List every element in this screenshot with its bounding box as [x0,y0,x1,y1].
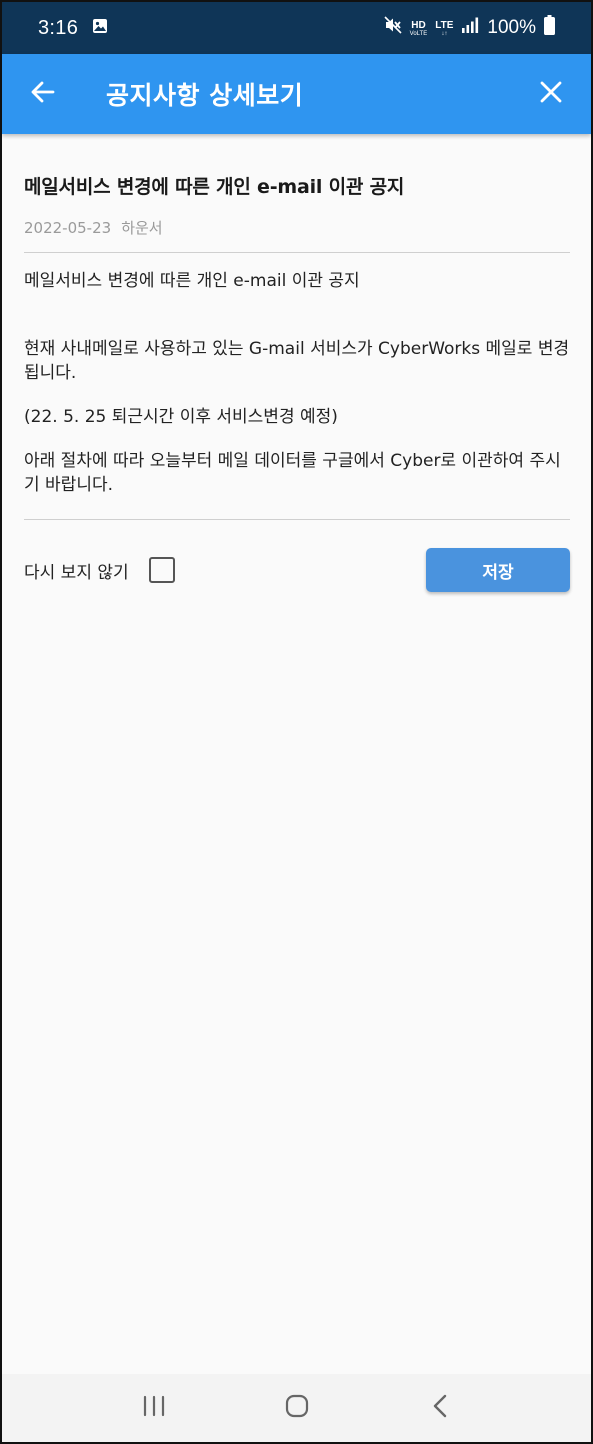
close-icon [540,81,562,107]
lte-indicator: LTE ↓↑ [435,20,453,37]
hd-voice-indicator: HD VoLTE [410,20,428,37]
footer-row: 다시 보지 않기 저장 [24,548,570,592]
mute-icon [384,16,402,40]
notice-author: 하운서 [121,219,163,237]
dont-show-label: 다시 보지 않기 [24,562,129,583]
save-button[interactable]: 저장 [426,548,570,592]
notice-meta: 2022-05-23 하운서 [24,217,570,238]
arrow-left-icon [29,79,55,109]
home-icon [284,1393,310,1423]
divider [24,519,570,520]
back-button[interactable] [2,54,82,134]
notice-body: 메일서비스 변경에 따른 개인 e-mail 이관 공지 현재 사내메일로 사용… [24,269,570,497]
page-title: 공지사항 상세보기 [106,81,304,110]
status-bar: 3:16 HD VoLTE LTE ↓↑ 100% [2,2,591,54]
data-arrows-icon: ↓↑ [441,30,448,37]
app-bar: 공지사항 상세보기 [2,54,591,134]
close-button[interactable] [511,54,591,134]
status-left: 3:16 [38,17,108,40]
notice-content: 메일서비스 변경에 따른 개인 e-mail 이관 공지 2022-05-23 … [24,134,570,592]
notice-date: 2022-05-23 [24,219,112,237]
divider [24,252,570,253]
hd-label: HD [411,19,426,31]
body-paragraph-4: 아래 절차에 따라 오늘부터 메일 데이터를 구글에서 Cyber로 이관하여 … [24,451,561,495]
nav-back-button[interactable] [410,1378,470,1438]
dont-show-again[interactable]: 다시 보지 않기 [24,557,175,583]
notice-title: 메일서비스 변경에 따른 개인 e-mail 이관 공지 [24,176,405,198]
battery-percent: 100% [487,17,536,38]
system-nav-bar [2,1374,591,1442]
voice-label: VoLTE [409,30,428,37]
recent-apps-icon [142,1395,166,1421]
battery-icon [544,15,555,41]
dont-show-checkbox[interactable] [148,557,175,583]
body-paragraph-2: 현재 사내메일로 사용하고 있는 G-mail 서비스가 CyberWorks … [24,339,570,383]
recent-apps-button[interactable] [124,1378,184,1438]
lte-label: LTE [435,19,454,31]
status-time: 3:16 [38,16,79,39]
body-line-1: 메일서비스 변경에 따른 개인 e-mail 이관 공지 [24,271,360,291]
back-icon [430,1393,450,1423]
status-right: HD VoLTE LTE ↓↑ 100% [384,15,555,41]
home-button[interactable] [267,1378,327,1438]
gallery-icon [92,18,108,39]
body-paragraph-3: (22. 5. 25 퇴근시간 이후 서비스변경 예정) [24,407,338,427]
signal-icon [461,16,479,40]
